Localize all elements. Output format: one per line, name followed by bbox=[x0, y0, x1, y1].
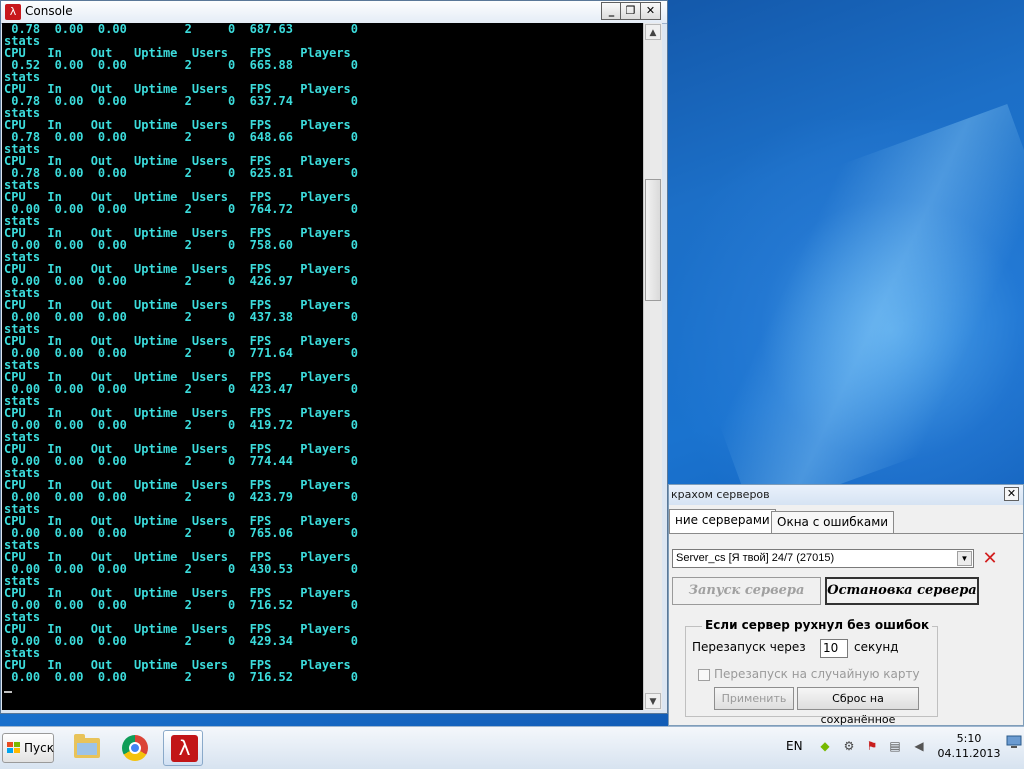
manager-titlebar[interactable]: крахом серверов ✕ bbox=[669, 485, 1023, 505]
group-title: Если сервер рухнул без ошибок bbox=[702, 618, 933, 632]
console-line: 0.00 0.00 0.00 2 0 716.52 0 bbox=[11, 670, 359, 684]
console-line: 0.00 0.00 0.00 2 0 430.53 0 bbox=[11, 562, 359, 576]
console-line: 0.00 0.00 0.00 2 0 771.64 0 bbox=[11, 346, 359, 360]
tab-error-windows[interactable]: Окна с ошибками bbox=[771, 511, 895, 533]
server-manager-window: крахом серверов ✕ ние серверами Окна с о… bbox=[668, 484, 1024, 726]
clock-time: 5:10 bbox=[956, 732, 982, 745]
console-line: 0.00 0.00 0.00 2 0 716.52 0 bbox=[11, 598, 359, 612]
folder-icon bbox=[74, 734, 100, 758]
reset-saved-button[interactable]: Сброс на сохранённое bbox=[797, 687, 919, 726]
half-life-taskbar-icon: λ bbox=[171, 735, 198, 762]
taskbar-hlds[interactable]: λ bbox=[163, 730, 203, 766]
show-desktop-icon[interactable] bbox=[1006, 735, 1022, 751]
manager-title: крахом серверов bbox=[671, 488, 770, 501]
console-line: 0.78 0.00 0.00 2 0 687.63 0 bbox=[11, 23, 359, 36]
half-life-icon: λ bbox=[5, 4, 21, 20]
chevron-down-icon[interactable]: ▼ bbox=[957, 551, 972, 566]
taskbar: Пуск λ EN ◆ ⚙ ⚑ ▤ ◀ 5:10 04.11.2013 bbox=[0, 726, 1024, 769]
volume-icon[interactable]: ◀ bbox=[911, 738, 927, 754]
language-indicator[interactable]: EN bbox=[786, 739, 803, 753]
apply-button[interactable]: Применить bbox=[714, 687, 794, 710]
taskbar-explorer[interactable] bbox=[66, 730, 106, 766]
clock-date: 04.11.2013 bbox=[937, 747, 1001, 760]
start-button[interactable]: Пуск bbox=[2, 733, 54, 763]
security-alert-icon[interactable]: ⚑ bbox=[864, 738, 880, 754]
console-line: 0.00 0.00 0.00 2 0 437.38 0 bbox=[11, 310, 359, 324]
restart-unit-label: секунд bbox=[854, 640, 899, 654]
stop-server-button[interactable]: Остановка сервера bbox=[825, 577, 979, 605]
scroll-down-icon[interactable]: ▼ bbox=[645, 693, 661, 709]
console-line: 0.78 0.00 0.00 2 0 625.81 0 bbox=[11, 166, 359, 180]
console-line: 0.00 0.00 0.00 2 0 774.44 0 bbox=[11, 454, 359, 468]
nvidia-icon[interactable]: ◆ bbox=[817, 738, 833, 754]
console-line: 0.00 0.00 0.00 2 0 423.79 0 bbox=[11, 490, 359, 504]
network-icon[interactable]: ▤ bbox=[887, 738, 903, 754]
restart-label: Перезапуск через bbox=[692, 640, 806, 654]
console-line: 0.00 0.00 0.00 2 0 423.47 0 bbox=[11, 382, 359, 396]
tab-server-management[interactable]: ние серверами bbox=[669, 509, 776, 534]
console-line: 0.00 0.00 0.00 2 0 429.34 0 bbox=[11, 634, 359, 648]
server-select-value: Server_cs [Я твой] 24/7 (27015) bbox=[676, 552, 835, 564]
console-line: 0.52 0.00 0.00 2 0 665.88 0 bbox=[11, 58, 359, 72]
console-line: 0.00 0.00 0.00 2 0 758.60 0 bbox=[11, 238, 359, 252]
chrome-icon bbox=[122, 735, 148, 761]
console-line: 0.00 0.00 0.00 2 0 765.06 0 bbox=[11, 526, 359, 540]
close-button[interactable]: ✕ bbox=[640, 2, 661, 20]
console-window: λ Console _ ❐ ✕ 0.78 0.00 0.00 2 0 687.6… bbox=[0, 0, 668, 714]
manager-close-button[interactable]: ✕ bbox=[1004, 487, 1019, 501]
clock[interactable]: 5:10 04.11.2013 bbox=[934, 731, 1004, 761]
console-output[interactable]: 0.78 0.00 0.00 2 0 687.63 0 stats CPU In… bbox=[2, 23, 643, 710]
minimize-button[interactable]: _ bbox=[601, 2, 622, 20]
console-scrollbar[interactable]: ▲ ▼ bbox=[643, 23, 662, 710]
console-line: 0.00 0.00 0.00 2 0 419.72 0 bbox=[11, 418, 359, 432]
console-line: 0.00 0.00 0.00 2 0 426.97 0 bbox=[11, 274, 359, 288]
scroll-up-icon[interactable]: ▲ bbox=[645, 24, 661, 40]
scrollbar-thumb[interactable] bbox=[645, 179, 661, 301]
start-server-button[interactable]: Запуск сервера bbox=[672, 577, 821, 605]
console-text: 0.78 0.00 0.00 2 0 687.63 0 stats CPU In… bbox=[2, 23, 643, 695]
crash-restart-group: Если сервер рухнул без ошибок Перезапуск… bbox=[685, 618, 938, 726]
network-device-icon[interactable]: ⚙ bbox=[841, 738, 857, 754]
server-select[interactable]: Server_cs [Я твой] 24/7 (27015) ▼ bbox=[672, 549, 974, 568]
console-title: Console bbox=[25, 4, 73, 18]
console-titlebar[interactable]: λ Console _ ❐ ✕ bbox=[1, 1, 667, 24]
console-line: 0.78 0.00 0.00 2 0 648.66 0 bbox=[11, 130, 359, 144]
taskbar-chrome[interactable] bbox=[115, 730, 155, 766]
console-line: 0.78 0.00 0.00 2 0 637.74 0 bbox=[11, 94, 359, 108]
restart-seconds-input[interactable]: 10 bbox=[820, 639, 848, 658]
tab-divider bbox=[669, 533, 1023, 534]
console-cursor bbox=[4, 691, 12, 693]
windows-flag-icon bbox=[7, 742, 21, 754]
maximize-button[interactable]: ❐ bbox=[620, 2, 641, 20]
console-line: 0.00 0.00 0.00 2 0 764.72 0 bbox=[11, 202, 359, 216]
delete-server-icon[interactable]: ✕ bbox=[979, 548, 1001, 570]
random-map-checkbox[interactable] bbox=[698, 669, 710, 681]
start-label: Пуск bbox=[24, 741, 54, 755]
random-map-label: Перезапуск на случайную карту bbox=[714, 667, 920, 681]
